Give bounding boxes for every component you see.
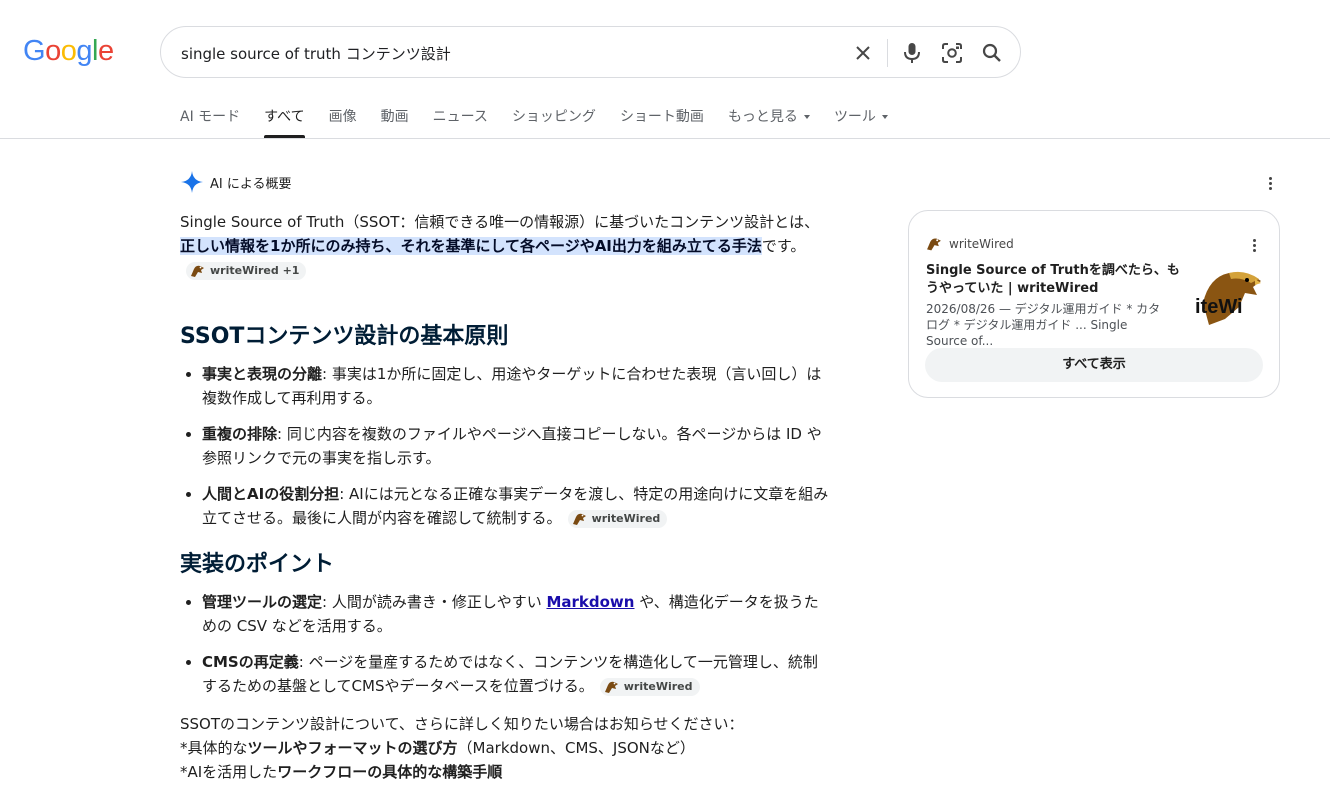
tab-label: もっと見る <box>727 109 798 125</box>
card-title[interactable]: Single Source of Truthを調べたら、もうやっていた | wr… <box>926 262 1182 298</box>
followup-bold: ワークフローの具体的な構築手順 <box>277 763 503 781</box>
source-chip[interactable]: writeWired +1 <box>186 261 307 280</box>
show-all-button[interactable]: すべて表示 <box>925 348 1263 382</box>
tab-ai-mode[interactable]: AI モード <box>180 106 240 138</box>
followup-block: SSOTのコンテンツ設計について、さらに詳しく知りたい場合はお知らせください： … <box>180 712 830 784</box>
list-item: 事実と表現の分離: 事実は1か所に固定し、用途やターゲットに合わせた表現（言い回… <box>180 362 830 410</box>
followup-text: *具体的な <box>180 739 248 757</box>
tab-news[interactable]: ニュース <box>433 106 488 138</box>
caret-down-icon <box>881 115 888 119</box>
followup-text: （Markdown、CMS、JSONなど） <box>457 739 695 757</box>
list-item-text: : 同じ内容を複数のファイルやページへ直接コピーしない。各ページからは ID や… <box>202 425 822 467</box>
list-item-text: : 人間が読み書き・修正しやすい <box>322 593 547 611</box>
tab-more[interactable]: もっと見る <box>728 106 810 138</box>
card-snippet: 2026/08/26 — デジタル運用ガイド * カタログ * デジタル運用ガイ… <box>926 302 1161 348</box>
tab-shopping[interactable]: ショッピング <box>512 106 596 138</box>
list-item: CMSの再定義: ページを量産するためではなく、コンテンツを構造化して一元管理し… <box>180 650 830 698</box>
caret-down-icon <box>803 115 810 119</box>
section-heading: SSOTコンテンツ設計の基本原則 <box>180 324 509 349</box>
logo-letter: o <box>45 35 61 67</box>
followup-line: SSOTのコンテンツ設計について、さらに詳しく知りたい場合はお知らせください： <box>180 715 744 733</box>
list-item: 重複の排除: 同じ内容を複数のファイルやページへ直接コピーしない。各ページからは… <box>180 422 830 470</box>
search-box[interactable]: single source of truth コンテンツ設計 <box>160 26 1021 78</box>
intro-highlight: 正しい情報を1か所にのみ持ち、それを基準にして各ページやAI出力を組み立てる手法 <box>180 237 762 255</box>
markdown-link[interactable]: Markdown <box>546 593 634 611</box>
ai-overview-body: Single Source of Truth（SSOT：信頼できる唯一の情報源）… <box>180 210 830 784</box>
more-options-icon[interactable] <box>1269 177 1273 192</box>
logo-letter: G <box>23 35 46 67</box>
tab-label: ショート動画 <box>619 109 704 125</box>
search-divider <box>887 39 888 67</box>
list-item-term: CMSの再定義 <box>202 653 299 671</box>
source-chip-label: writeWired +1 <box>210 263 300 277</box>
writewired-thumbnail-image: iteWi <box>1195 271 1261 325</box>
tab-tools[interactable]: ツール <box>834 106 888 138</box>
writewired-logo-icon <box>572 513 586 525</box>
ai-overview-header: AI による概要 <box>180 170 291 194</box>
card-source-name: writeWired <box>949 237 1014 251</box>
tab-label: 動画 <box>380 109 409 125</box>
microphone-icon[interactable] <box>900 41 924 65</box>
tab-label: 画像 <box>328 109 357 125</box>
tab-images[interactable]: 画像 <box>329 106 357 138</box>
thumbnail-text: iteWi <box>1195 296 1243 318</box>
tab-label: すべて <box>264 109 305 125</box>
source-card[interactable]: writeWired Single Source of Truthを調べたら、も… <box>908 210 1280 398</box>
source-chip-label: writeWired <box>591 511 661 525</box>
list-item-term: 人間とAIの役割分担 <box>202 485 340 503</box>
followup-line: *具体的なツールやフォーマットの選び方（Markdown、CMS、JSONなど） <box>180 736 830 760</box>
list-item-term: 管理ツールの選定 <box>202 593 323 611</box>
sparkle-icon <box>181 171 203 193</box>
list-item: 人間とAIの役割分担: AIには元となる正確な事実データを渡し、特定の用途向けに… <box>180 482 830 530</box>
logo-letter: g <box>76 35 92 67</box>
card-source: writeWired <box>926 236 1014 252</box>
tabs-divider <box>0 138 1330 139</box>
google-logo[interactable]: Google <box>23 35 114 68</box>
close-icon[interactable] <box>851 41 875 65</box>
card-more-icon[interactable] <box>1253 239 1257 254</box>
search-tabs: AI モード すべて 画像 動画 ニュース ショッピング ショート動画 もっと見… <box>180 106 912 138</box>
tab-label: ショッピング <box>511 109 596 125</box>
ai-overview-label: AI による概要 <box>210 176 292 192</box>
source-chip[interactable]: writeWired <box>567 509 668 528</box>
search-icon[interactable] <box>980 41 1004 65</box>
lens-icon[interactable] <box>940 41 964 65</box>
intro-text-end: です。 <box>761 237 806 255</box>
card-thumbnail[interactable]: iteWi <box>1195 263 1263 333</box>
followup-bold: ツールやフォーマットの選び方 <box>247 739 458 757</box>
followup-line: *AIを活用したワークフローの具体的な構築手順 <box>180 760 830 784</box>
section-heading: 実装のポイント <box>180 552 335 577</box>
writewired-logo-icon <box>927 238 941 251</box>
logo-letter: e <box>97 35 114 67</box>
logo-letter: o <box>60 35 77 67</box>
tab-all[interactable]: すべて <box>264 106 306 138</box>
writewired-logo-icon <box>604 681 618 693</box>
tab-label: ニュース <box>432 109 488 125</box>
list-item-term: 重複の排除 <box>202 425 278 443</box>
tab-videos[interactable]: 動画 <box>381 106 409 138</box>
implementation-list: 管理ツールの選定: 人間が読み書き・修正しやすい Markdown や、構造化デ… <box>180 590 830 698</box>
list-item-term: 事実と表現の分離 <box>202 365 323 383</box>
source-chip[interactable]: writeWired <box>599 677 700 696</box>
writewired-logo-icon <box>191 265 204 277</box>
tab-short-videos[interactable]: ショート動画 <box>620 106 704 138</box>
intro-text: Single Source of Truth（SSOT：信頼できる唯一の情報源）… <box>180 213 820 231</box>
tab-label: AI モード <box>180 109 241 125</box>
intro-paragraph: Single Source of Truth（SSOT：信頼できる唯一の情報源）… <box>180 210 830 282</box>
search-input[interactable]: single source of truth コンテンツ設計 <box>181 43 451 64</box>
source-chip-label: writeWired <box>623 679 693 693</box>
principles-list: 事実と表現の分離: 事実は1か所に固定し、用途やターゲットに合わせた表現（言い回… <box>180 362 830 530</box>
followup-text: *AIを活用した <box>180 763 278 781</box>
list-item: 管理ツールの選定: 人間が読み書き・修正しやすい Markdown や、構造化デ… <box>180 590 830 638</box>
tab-label: ツール <box>833 109 876 125</box>
